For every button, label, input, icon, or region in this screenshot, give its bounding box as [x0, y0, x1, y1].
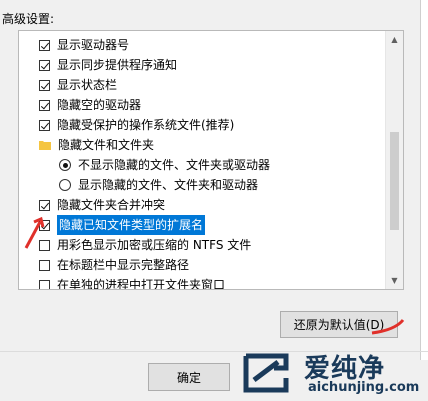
folder-options-dialog: 高级设置: 显示驱动器号显示同步提供程序通知 显示状态栏隐藏空的驱动器隐藏受保护的…	[0, 0, 428, 401]
watermark-url: aichunjing.com	[308, 380, 420, 395]
ok-button[interactable]: 确定	[148, 363, 230, 391]
settings-row[interactable]: 显示驱动器号	[19, 35, 403, 55]
settings-row-label: 隐藏空的驱动器	[57, 98, 142, 112]
folder-icon	[39, 141, 51, 150]
radio-unselected-icon[interactable]	[59, 179, 71, 191]
watermark-logo-icon	[243, 353, 289, 393]
settings-row-label: 显示状态栏	[57, 78, 118, 92]
settings-row[interactable]: 隐藏文件夹合并冲突	[19, 195, 403, 215]
settings-row-label: 在标题栏中显示完整路径	[57, 258, 190, 272]
settings-row[interactable]: 隐藏文件和文件夹	[19, 135, 403, 155]
settings-row-label: 在单独的进程中打开文件夹窗口	[57, 278, 226, 290]
checkbox-checked-icon[interactable]	[39, 119, 50, 131]
checkbox-unchecked-icon[interactable]	[39, 259, 50, 271]
checkbox-checked-icon[interactable]	[39, 39, 50, 51]
restore-defaults-button[interactable]: 还原为默认值(D)	[280, 311, 398, 338]
checkbox-checked-icon[interactable]	[39, 59, 50, 71]
settings-row-label: 隐藏文件和文件夹	[58, 138, 155, 152]
scroll-thumb[interactable]	[390, 132, 399, 230]
settings-row-label: 隐藏已知文件类型的扩展名	[57, 215, 206, 235]
scroll-up-arrow-icon[interactable]: ▲	[386, 31, 403, 48]
advanced-settings-list[interactable]: 显示驱动器号显示同步提供程序通知 显示状态栏隐藏空的驱动器隐藏受保护的操作系统文件…	[18, 30, 404, 290]
settings-row[interactable]: 在单独的进程中打开文件夹窗口	[19, 275, 403, 290]
settings-row[interactable]: 不显示隐藏的文件、文件夹或驱动器	[19, 155, 403, 175]
settings-row-label: 显示驱动器号	[57, 38, 130, 52]
settings-row[interactable]: 显示同步提供程序通知	[19, 55, 403, 75]
settings-row[interactable]: 隐藏空的驱动器	[19, 95, 403, 115]
settings-row-label: 用彩色显示加密或压缩的 NTFS 文件	[57, 238, 252, 252]
settings-row[interactable]: 显示状态栏	[19, 75, 403, 95]
radio-selected-icon[interactable]	[59, 159, 71, 171]
settings-row-label: 显示同步提供程序通知	[57, 58, 178, 72]
settings-row[interactable]: 在标题栏中显示完整路径	[19, 255, 403, 275]
checkbox-unchecked-icon[interactable]	[39, 279, 50, 289]
checkbox-checked-icon[interactable]	[39, 199, 50, 211]
checkbox-unchecked-icon[interactable]	[39, 239, 50, 251]
settings-row-label: 显示隐藏的文件、文件夹和驱动器	[78, 178, 259, 192]
checkbox-checked-icon[interactable]	[39, 219, 50, 231]
watermark-logo: 爱纯净 aichunjing.com	[232, 346, 428, 401]
settings-row-label: 隐藏受保护的操作系统文件(推荐)	[57, 118, 235, 132]
advanced-settings-label: 高级设置:	[2, 12, 55, 26]
settings-row-label: 隐藏文件夹合并冲突	[57, 198, 166, 212]
settings-row[interactable]: 显示隐藏的文件、文件夹和驱动器	[19, 175, 403, 195]
window-edge	[420, 0, 428, 360]
settings-row[interactable]: 隐藏已知文件类型的扩展名	[19, 215, 403, 235]
settings-row-label: 不显示隐藏的文件、文件夹或驱动器	[78, 158, 271, 172]
checkbox-checked-icon[interactable]	[39, 99, 50, 111]
scroll-down-arrow-icon[interactable]: ▼	[386, 272, 403, 289]
settings-row[interactable]: 隐藏受保护的操作系统文件(推荐)	[19, 115, 403, 135]
settings-row[interactable]: 用彩色显示加密或压缩的 NTFS 文件	[19, 235, 403, 255]
checkbox-checked-icon[interactable]	[39, 79, 50, 91]
settings-items: 显示驱动器号显示同步提供程序通知 显示状态栏隐藏空的驱动器隐藏受保护的操作系统文件…	[19, 31, 383, 289]
scrollbar[interactable]: ▲ ▼	[385, 31, 403, 289]
